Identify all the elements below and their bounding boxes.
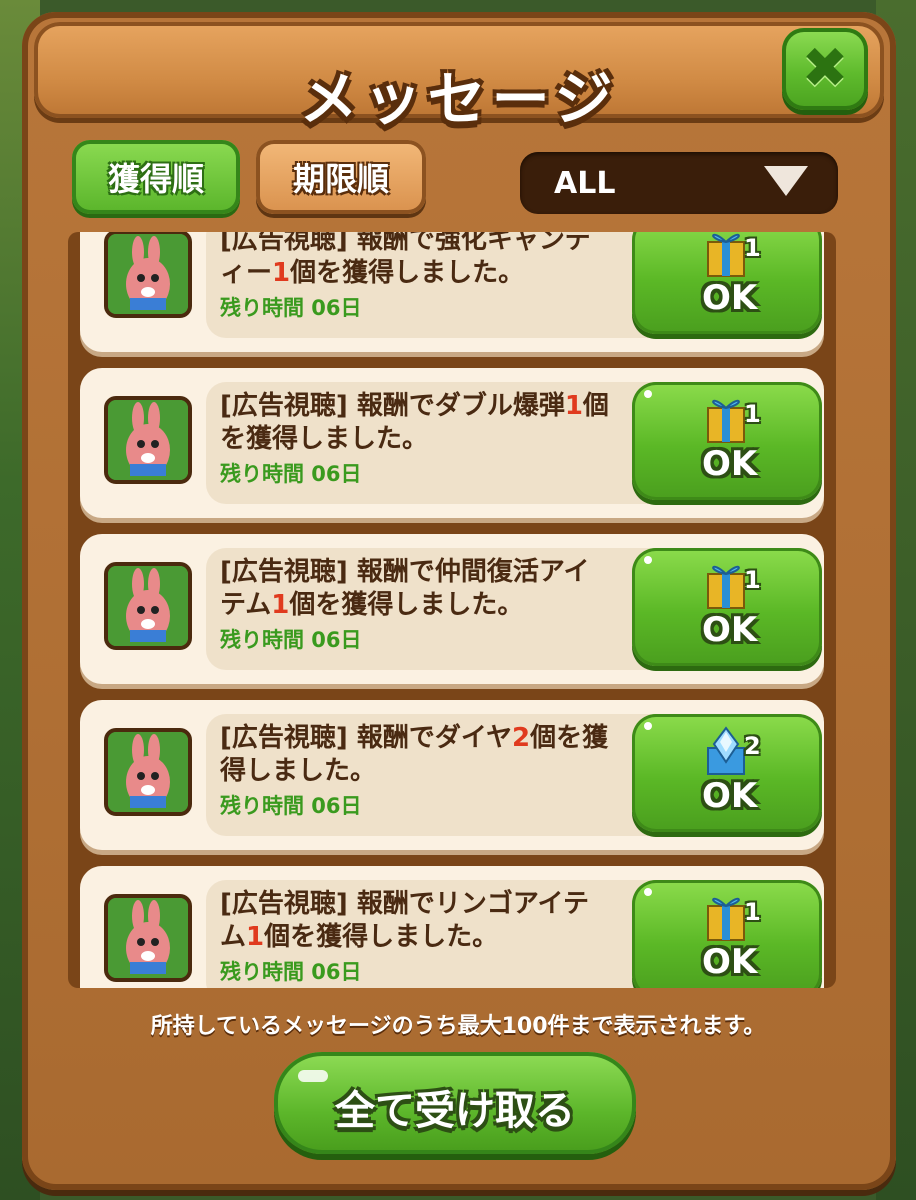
reward-count: 1 [744,400,761,428]
tab-expiry-order[interactable]: 期限順 [256,140,426,214]
reward-count: 1 [744,234,761,262]
reward-count: 2 [744,732,761,760]
list-item: [広告視聴] 報酬でダイヤ2個を獲得しました。 残り時間 06日 2 OK [80,700,824,850]
message-box: [広告視聴] 報酬でリンゴアイテム1個を獲得しました。 残り時間 06日 [206,880,700,988]
message-box: [広告視聴] 報酬でダイヤ2個を獲得しました。 残り時間 06日 [206,714,700,836]
rabbit-avatar-icon [104,894,192,982]
ok-button[interactable]: 1 OK [632,382,822,500]
message-list[interactable]: [広告視聴] 報酬で強化キャンディー1個を獲得しました。 残り時間 06日 1 … [68,232,836,988]
tab-acquired-order[interactable]: 獲得順 [72,140,240,214]
list-item: [広告視聴] 報酬でダブル爆弾1個を獲得しました。 残り時間 06日 1 OK [80,368,824,518]
time-remaining: 残り時間 06日 [220,462,362,486]
message-box: [広告視聴] 報酬で強化キャンディー1個を獲得しました。 残り時間 06日 [206,232,700,338]
rabbit-avatar-icon [104,562,192,650]
ok-button[interactable]: 2 OK [632,714,822,832]
claim-all-label: 全て受け取る [335,1088,575,1134]
page-title: メッセージ [299,65,619,133]
message-text: [広告視聴] 報酬でダブル爆弾1個を獲得しました。 [220,391,609,454]
ok-label: OK [702,776,758,816]
ok-label: OK [702,610,758,650]
chevron-down-icon[interactable] [764,166,808,196]
time-remaining: 残り時間 06日 [220,960,362,984]
ok-button[interactable]: 1 OK [632,880,822,988]
ok-label: OK [702,278,758,318]
ok-label: OK [702,444,758,484]
close-button[interactable]: ✖ [782,28,868,110]
ok-button[interactable]: 1 OK [632,548,822,666]
message-box: [広告視聴] 報酬で仲間復活アイテム1個を獲得しました。 残り時間 06日 [206,548,700,670]
filter-selected-value: ALL [554,166,616,201]
close-icon: ✖ [801,36,849,101]
claim-all-button[interactable]: 全て受け取る [274,1052,636,1154]
message-text: [広告視聴] 報酬でリンゴアイテム1個を獲得しました。 [220,889,589,952]
message-text: [広告視聴] 報酬でダイヤ2個を獲得しました。 [220,723,609,786]
ok-label: OK [702,942,758,982]
message-text: [広告視聴] 報酬で仲間復活アイテム1個を獲得しました。 [220,557,590,620]
time-remaining: 残り時間 06日 [220,296,362,320]
time-remaining: 残り時間 06日 [220,628,362,652]
rabbit-avatar-icon [104,232,192,318]
ok-button[interactable]: 1 OK [632,232,822,334]
footer-note: 所持しているメッセージのうち最大100件まで表示されます。 [150,1014,766,1039]
time-remaining: 残り時間 06日 [220,794,362,818]
rabbit-avatar-icon [104,728,192,816]
message-text: [広告視聴] 報酬で強化キャンディー1個を獲得しました。 [220,232,591,288]
reward-count: 1 [744,898,761,926]
rabbit-avatar-icon [104,396,192,484]
list-item: [広告視聴] 報酬で強化キャンディー1個を獲得しました。 残り時間 06日 1 … [80,232,824,352]
reward-count: 1 [744,566,761,594]
title-bar: メッセージ [34,22,884,133]
list-item: [広告視聴] 報酬でリンゴアイテム1個を獲得しました。 残り時間 06日 1 O… [80,866,824,988]
list-item: [広告視聴] 報酬で仲間復活アイテム1個を獲得しました。 残り時間 06日 1 … [80,534,824,684]
message-box: [広告視聴] 報酬でダブル爆弾1個を獲得しました。 残り時間 06日 [206,382,700,504]
